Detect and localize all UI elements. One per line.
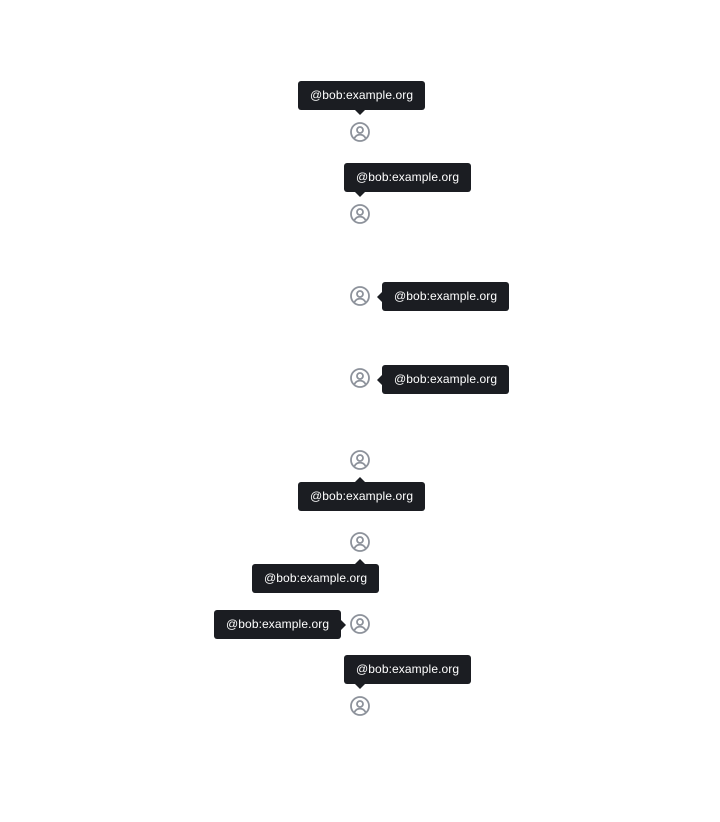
user-id-tooltip: @bob:example.org: [382, 365, 510, 394]
user-id-tooltip: @bob:example.org: [214, 610, 342, 639]
user-circle-icon: [350, 614, 370, 634]
user-id-tooltip: @bob:example.org: [298, 482, 426, 511]
user-avatar-icon[interactable]: [349, 613, 371, 635]
user-circle-icon: [350, 122, 370, 142]
user-avatar-icon[interactable]: [349, 449, 371, 471]
user-circle-icon: [350, 368, 370, 388]
user-id-tooltip: @bob:example.org: [382, 282, 510, 311]
user-circle-icon: [350, 286, 370, 306]
user-avatar-icon[interactable]: [349, 285, 371, 307]
user-circle-icon: [350, 450, 370, 470]
user-id-tooltip: @bob:example.org: [344, 655, 472, 684]
user-avatar-icon[interactable]: [349, 203, 371, 225]
user-circle-icon: [350, 204, 370, 224]
user-circle-icon: [350, 696, 370, 716]
user-id-tooltip: @bob:example.org: [252, 564, 380, 593]
user-avatar-icon[interactable]: [349, 367, 371, 389]
user-avatar-icon[interactable]: [349, 531, 371, 553]
user-id-tooltip: @bob:example.org: [298, 81, 426, 110]
user-id-tooltip: @bob:example.org: [344, 163, 472, 192]
user-avatar-icon[interactable]: [349, 695, 371, 717]
user-avatar-icon[interactable]: [349, 121, 371, 143]
user-circle-icon: [350, 532, 370, 552]
